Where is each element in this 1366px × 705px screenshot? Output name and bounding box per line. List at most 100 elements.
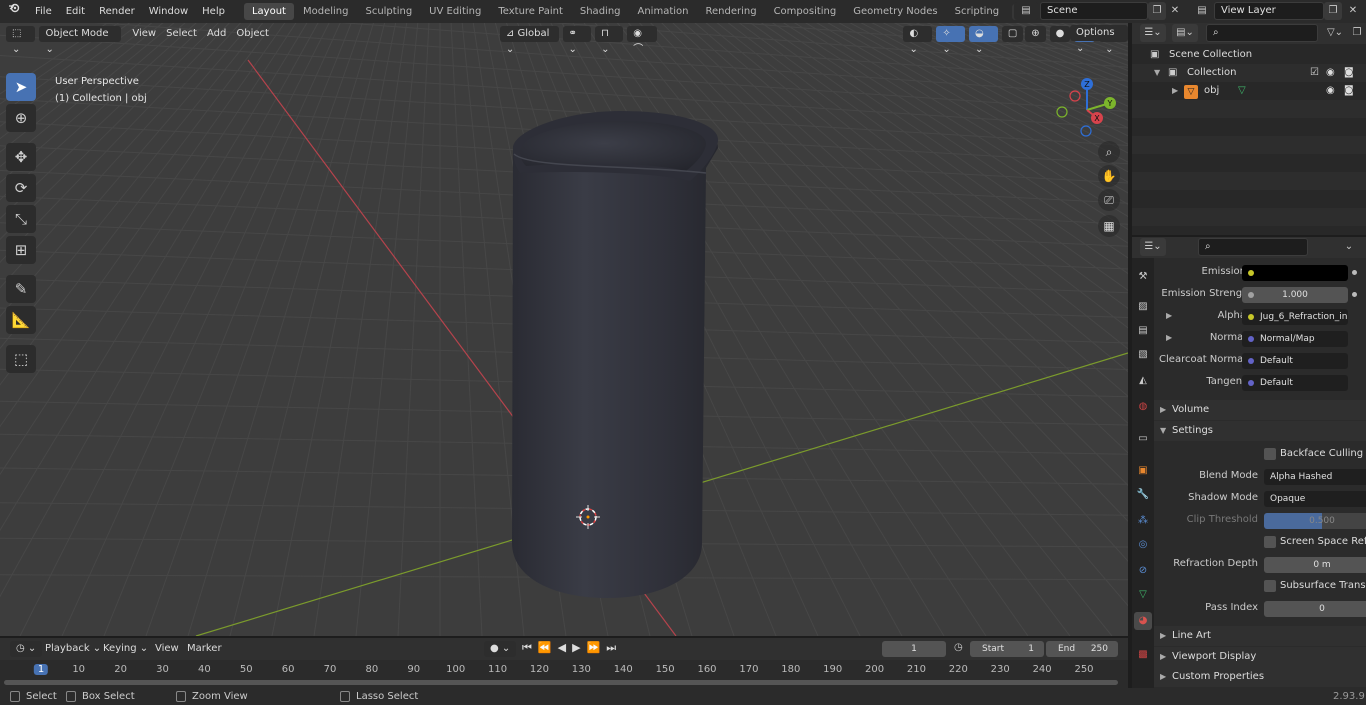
material-properties-icon[interactable]: ◕: [1134, 612, 1152, 630]
obj-render-camera-icon[interactable]: ◙: [1344, 82, 1354, 100]
view-layer-properties-icon[interactable]: ▧: [1134, 346, 1152, 364]
scene-browse-icon[interactable]: ▤: [1014, 2, 1038, 20]
close-view-layer-icon[interactable]: ✕: [1344, 2, 1362, 20]
tab-uv-editing[interactable]: UV Editing: [421, 3, 489, 20]
tab-modeling[interactable]: Modeling: [295, 3, 357, 20]
object-properties-icon[interactable]: ▣: [1134, 462, 1152, 480]
outliner-row-collection[interactable]: ▼ ▣ Collection ☑ ◉ ◙: [1132, 64, 1366, 82]
start-frame-field[interactable]: Start 1: [970, 641, 1044, 657]
menu-add[interactable]: Add: [202, 26, 231, 42]
settings-section-header[interactable]: ▼ Settings: [1154, 421, 1366, 441]
end-frame-field[interactable]: End 250: [1046, 641, 1118, 657]
current-frame-field[interactable]: 1: [882, 641, 946, 657]
options-button[interactable]: Options ⌄: [1070, 25, 1128, 54]
clearcoat-normal-field[interactable]: Default: [1242, 353, 1348, 369]
pan-hand-icon[interactable]: ✋: [1098, 165, 1120, 187]
snap-icon[interactable]: ⊓ ⌄: [595, 25, 624, 55]
pass-index-field[interactable]: 0: [1264, 601, 1366, 617]
line-art-section-header[interactable]: ▶ Line Art: [1154, 626, 1366, 646]
constraints-properties-icon[interactable]: ⊘: [1134, 562, 1152, 580]
proportional-edit-icon[interactable]: ◉ ⌒: [627, 25, 658, 55]
camera-view-icon[interactable]: ⎚: [1098, 189, 1120, 211]
menu-help[interactable]: Help: [195, 0, 232, 23]
annotate-tool-icon[interactable]: ✎: [6, 275, 36, 303]
menu-view[interactable]: View: [127, 26, 161, 42]
tab-compositing[interactable]: Compositing: [766, 3, 845, 20]
scene-name-field[interactable]: Scene: [1040, 2, 1148, 20]
new-view-layer-icon[interactable]: ❐: [1324, 2, 1342, 20]
move-tool-icon[interactable]: ✥: [6, 143, 36, 171]
tab-layout[interactable]: Layout: [243, 3, 294, 20]
menu-window[interactable]: Window: [142, 0, 195, 23]
obj-visibility-eye-icon[interactable]: ◉: [1326, 82, 1335, 100]
alpha-expand-icon[interactable]: ▶: [1166, 311, 1172, 320]
shading-solid-icon[interactable]: ●: [1049, 25, 1071, 42]
properties-editor-type-icon[interactable]: ☰⌄: [1140, 238, 1166, 256]
blender-logo-icon[interactable]: [0, 0, 28, 23]
new-collection-icon[interactable]: ❐: [1348, 24, 1366, 42]
outliner-row-obj[interactable]: ▶ ▽ obj ▽ ◉ ◙: [1132, 82, 1366, 100]
obj-expand-icon[interactable]: ▶: [1172, 82, 1178, 100]
collection-expand-icon[interactable]: ▼: [1154, 64, 1160, 82]
navigation-gizmo[interactable]: Z Y X: [1052, 75, 1122, 145]
emission-strength-field[interactable]: 1.000: [1242, 287, 1348, 303]
rotate-tool-icon[interactable]: ⟳: [6, 174, 36, 202]
volume-section-header[interactable]: ▶ Volume: [1154, 400, 1366, 420]
play-reverse-icon[interactable]: ◀: [558, 641, 572, 654]
tab-shading[interactable]: Shading: [572, 3, 629, 20]
shadow-mode-select[interactable]: Opaque: [1264, 491, 1366, 507]
view-layer-name-field[interactable]: View Layer: [1214, 2, 1324, 20]
physics-properties-icon[interactable]: ◎: [1134, 536, 1152, 554]
tab-animation[interactable]: Animation: [630, 3, 697, 20]
jump-end-icon[interactable]: ⏭: [606, 641, 622, 654]
timeline-scrollbar[interactable]: [4, 680, 1118, 685]
perspective-toggle-icon[interactable]: ▦: [1098, 215, 1120, 237]
mesh-data-icon[interactable]: ▽: [1238, 82, 1246, 100]
emission-strength-keyframe-icon[interactable]: [1352, 292, 1357, 297]
3d-viewport[interactable]: ⬚ ⌄ Object Mode ⌄ View Select Add Object…: [0, 23, 1128, 636]
overlay-toggle-icon[interactable]: ◒ ⌄: [968, 25, 998, 55]
collection-exclude-checkbox-icon[interactable]: ☑: [1310, 64, 1319, 82]
next-keyframe-icon[interactable]: ⏩: [587, 641, 607, 654]
auto-keying-icon[interactable]: ● ⌄: [484, 641, 517, 657]
scene-properties-icon[interactable]: ◭: [1134, 372, 1152, 390]
viewport-visibility-icon[interactable]: ◐ ⌄: [903, 25, 933, 55]
viewport-display-section-header[interactable]: ▶ Viewport Display: [1154, 647, 1366, 667]
playback-menu[interactable]: Playback ⌄: [40, 641, 106, 657]
xray-toggle-icon[interactable]: ▢: [1001, 25, 1024, 42]
normal-expand-icon[interactable]: ▶: [1166, 333, 1172, 342]
editor-type-icon[interactable]: ⬚ ⌄: [6, 25, 36, 55]
tool-properties-icon[interactable]: ⚒: [1134, 268, 1152, 286]
collection-properties-icon[interactable]: ▭: [1134, 430, 1152, 448]
collection-visibility-eye-icon[interactable]: ◉: [1326, 64, 1335, 82]
render-properties-icon[interactable]: ▨: [1134, 298, 1152, 316]
blend-mode-select[interactable]: Alpha Hashed: [1264, 469, 1366, 485]
world-properties-icon[interactable]: ◍: [1134, 398, 1152, 416]
emission-color-field[interactable]: [1242, 265, 1348, 281]
filter-icon[interactable]: ▽⌄: [1322, 24, 1348, 42]
close-scene-icon[interactable]: ✕: [1166, 2, 1184, 20]
tab-rendering[interactable]: Rendering: [697, 3, 764, 20]
menu-object[interactable]: Object: [231, 26, 274, 42]
shading-wireframe-icon[interactable]: ⊕: [1025, 25, 1046, 42]
refraction-depth-field[interactable]: 0 m: [1264, 557, 1366, 573]
play-icon[interactable]: ▶: [572, 641, 586, 654]
properties-options-icon[interactable]: ⌄: [1340, 238, 1358, 256]
marker-menu[interactable]: Marker: [182, 641, 227, 657]
normal-link-field[interactable]: Normal/Map: [1242, 331, 1348, 347]
menu-select[interactable]: Select: [161, 26, 202, 42]
preview-range-icon[interactable]: ◷: [954, 642, 963, 653]
measure-tool-icon[interactable]: 📐: [6, 306, 36, 334]
pivot-point-icon[interactable]: ⚭ ⌄: [562, 25, 592, 55]
new-scene-icon[interactable]: ❐: [1148, 2, 1166, 20]
custom-properties-section-header[interactable]: ▶ Custom Properties: [1154, 667, 1366, 687]
screen-space-refraction-checkbox[interactable]: [1264, 536, 1276, 548]
gizmo-toggle-icon[interactable]: ✧ ⌄: [936, 25, 965, 55]
outliner-editor-type-icon[interactable]: ☰⌄: [1140, 24, 1166, 42]
alpha-link-field[interactable]: Jug_6_Refraction_in...: [1242, 309, 1348, 325]
collection-render-camera-icon[interactable]: ◙: [1344, 64, 1354, 82]
texture-properties-icon[interactable]: ▩: [1134, 646, 1152, 664]
emission-keyframe-icon[interactable]: [1352, 270, 1357, 275]
prev-keyframe-icon[interactable]: ⏪: [538, 641, 558, 654]
tab-scripting[interactable]: Scripting: [947, 3, 1007, 20]
